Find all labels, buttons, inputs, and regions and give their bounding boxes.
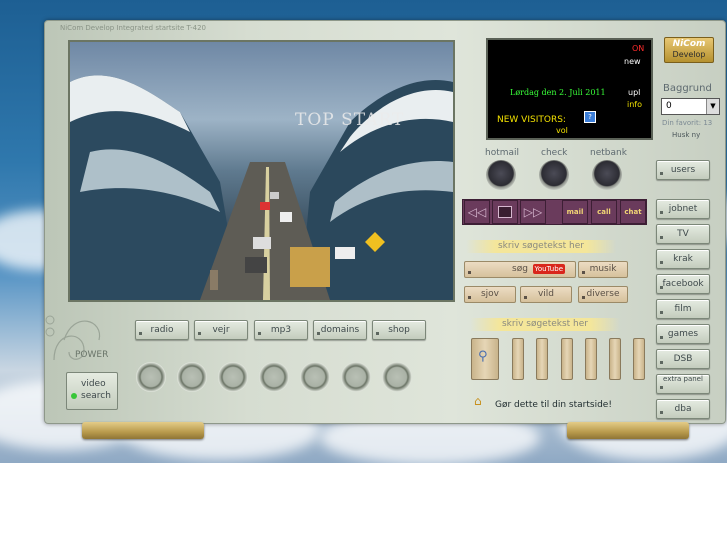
screen-overlay-text: TOP START	[295, 110, 405, 130]
logo-line-1: NiCom	[672, 39, 706, 49]
forward-icon[interactable]: ▷▷	[520, 200, 546, 224]
favorit-text: Din favorit: 13	[662, 119, 713, 127]
sidebar-item-users[interactable]: users	[656, 160, 710, 180]
panel-title: NiCom Develop Integrated startsite T-420	[60, 24, 207, 32]
parted-sea-image	[70, 75, 453, 300]
sidebar-item-tv[interactable]: TV	[656, 224, 710, 244]
search-slot-3[interactable]	[561, 338, 573, 380]
sidebar-item-facebook[interactable]: facebook	[656, 274, 710, 294]
dial-7[interactable]	[382, 362, 412, 392]
info-link-new[interactable]: new	[624, 57, 641, 66]
stop-icon[interactable]	[492, 200, 518, 224]
chat-button[interactable]: chat	[620, 200, 646, 224]
domains-button[interactable]: domains	[313, 320, 367, 340]
home-icon: ⌂	[474, 394, 482, 408]
sidebar-item-krak[interactable]: krak	[656, 249, 710, 269]
rewind-icon[interactable]: ◁◁	[464, 200, 490, 224]
power-label: POWER	[75, 350, 109, 360]
sidebar-item-dba[interactable]: dba	[656, 399, 710, 419]
dial-1[interactable]	[136, 362, 166, 392]
musik-button[interactable]: musik	[578, 261, 628, 278]
sjov-button[interactable]: sjov	[464, 286, 516, 303]
hotmail-knob[interactable]	[486, 160, 516, 190]
info-date: Lørdag den 2. Juli 2011	[510, 88, 606, 97]
dial-6[interactable]	[341, 362, 371, 392]
mp3-label: mp3	[270, 325, 292, 335]
vejr-label: vejr	[212, 325, 230, 335]
logo-line-2: Develop	[672, 50, 706, 59]
search-song-button[interactable]: søg YouTube	[464, 261, 576, 278]
magnifier-icon: ⚲	[478, 349, 488, 364]
vejr-button[interactable]: vejr	[194, 320, 248, 340]
mail-button[interactable]: mail	[562, 200, 588, 224]
dial-4[interactable]	[259, 362, 289, 392]
startpage-link[interactable]: Gør dette til din startside!	[495, 400, 612, 410]
info-link-upl[interactable]: upl	[628, 88, 640, 97]
search-slot-2[interactable]	[536, 338, 548, 380]
baggrund-select[interactable]: 0 ▼	[661, 98, 720, 115]
sjov-label: sjov	[480, 289, 500, 299]
search-song-label: søg	[512, 264, 528, 274]
search-label: search	[81, 391, 111, 401]
musik-label: musik	[589, 264, 617, 274]
domains-label: domains	[320, 325, 360, 335]
power-led-icon	[71, 393, 77, 399]
panel-foot-right	[567, 422, 689, 439]
baggrund-selected-value: 0	[666, 101, 672, 111]
knob-label-check: check	[541, 148, 568, 158]
sidebar-item-extra-panel[interactable]: extra panel	[656, 374, 710, 394]
knob-label-hotmail: hotmail	[485, 148, 520, 158]
video-label: video	[81, 379, 106, 389]
shop-button[interactable]: shop	[372, 320, 426, 340]
call-button[interactable]: call	[591, 200, 617, 224]
search-slot-6[interactable]	[633, 338, 645, 380]
info-visitors-label: NEW VISITORS:	[497, 115, 566, 125]
info-link-vol[interactable]: vol	[556, 126, 568, 135]
sidebar-item-dsb[interactable]: DSB	[656, 349, 710, 369]
panel-foot-left	[82, 422, 204, 439]
diverse-label: diverse	[586, 289, 620, 299]
power-button[interactable]: video search	[66, 372, 118, 410]
radio-button[interactable]: radio	[135, 320, 189, 340]
sidebar-item-games[interactable]: games	[656, 324, 710, 344]
search-slot-1[interactable]	[512, 338, 524, 380]
dial-2[interactable]	[177, 362, 207, 392]
search-header-bottom: skriv søgetekst her	[470, 318, 620, 331]
chevron-down-icon: ▼	[706, 99, 719, 114]
knob-label-netbank: netbank	[590, 148, 627, 158]
youtube-logo: YouTube	[532, 264, 565, 274]
check-knob[interactable]	[539, 160, 569, 190]
search-go-button[interactable]: ⚲	[471, 338, 499, 380]
diverse-button[interactable]: diverse	[578, 286, 628, 303]
main-screen: TOP START	[68, 40, 455, 302]
dial-3[interactable]	[218, 362, 248, 392]
shop-label: shop	[388, 325, 410, 335]
husk-ny-link[interactable]: Husk ny	[672, 131, 700, 139]
netbank-knob[interactable]	[592, 160, 622, 190]
mp3-button[interactable]: mp3	[254, 320, 308, 340]
visitor-counter-icon: ?	[584, 111, 596, 123]
radio-label: radio	[150, 325, 174, 335]
search-slot-4[interactable]	[585, 338, 597, 380]
vild-label: vild	[537, 289, 555, 299]
dial-5[interactable]	[300, 362, 330, 392]
info-link-info[interactable]: info	[627, 100, 642, 109]
baggrund-label: Baggrund	[663, 83, 712, 94]
search-header-top: skriv søgetekst her	[466, 240, 616, 253]
sidebar-item-film[interactable]: film	[656, 299, 710, 319]
brand-logo[interactable]: NiCom Develop	[664, 37, 714, 63]
info-link-on[interactable]: ON	[632, 44, 644, 53]
sidebar-item-jobnet[interactable]: jobnet	[656, 199, 710, 219]
info-display: ON new Lørdag den 2. Juli 2011 upl info …	[486, 38, 653, 140]
vild-button[interactable]: vild	[520, 286, 572, 303]
search-slot-5[interactable]	[609, 338, 621, 380]
